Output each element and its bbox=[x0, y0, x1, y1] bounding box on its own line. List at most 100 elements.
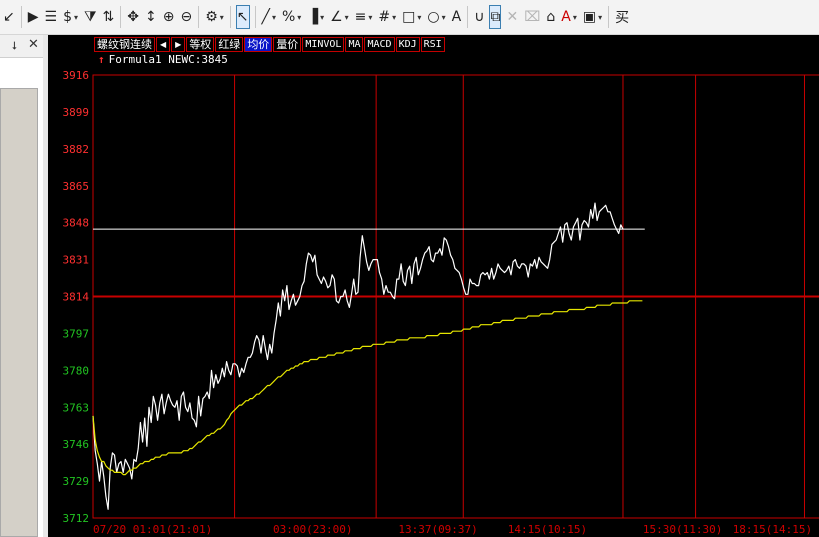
toolbar-separator bbox=[229, 6, 231, 28]
y-tick-label-12: 3712 bbox=[63, 512, 90, 525]
sort-icon[interactable]: ⇅ bbox=[103, 6, 115, 28]
dropdown-arrow-icon[interactable]: ▾ bbox=[442, 13, 446, 22]
lock-icon[interactable]: ⌂ bbox=[546, 6, 555, 28]
magnet-icon[interactable]: ∪ bbox=[474, 6, 484, 28]
x-tick-label-0: 07/20 01:01(21:01) bbox=[93, 523, 212, 536]
dropdown-arrow-icon[interactable]: ▾ bbox=[297, 13, 301, 22]
filter-glyph: ⧩ bbox=[84, 9, 97, 25]
angle-tool-icon[interactable]: ∠ ▾ bbox=[330, 6, 349, 28]
dropdown-arrow-icon[interactable]: ▾ bbox=[417, 13, 421, 22]
percent-tool-icon[interactable]: % ▾ bbox=[282, 6, 301, 28]
play-icon[interactable]: ▶ bbox=[28, 6, 39, 28]
panel-close-icon[interactable]: ✕ bbox=[28, 37, 39, 52]
fibonacci-tool-glyph: ≡ bbox=[354, 9, 367, 25]
fit-height-icon[interactable]: ↕ bbox=[145, 6, 157, 28]
trash-glyph: ⌧ bbox=[524, 9, 541, 25]
left-panel-header: ⭣ ✕ bbox=[0, 35, 43, 58]
prev-arrow-icon[interactable]: ◀ bbox=[156, 37, 171, 52]
price-line bbox=[92, 202, 624, 510]
angle-tool-glyph: ∠ bbox=[330, 9, 343, 25]
ellipse-tool-glyph: ○ bbox=[427, 9, 440, 25]
bars-tool-icon[interactable]: ▐ ▾ bbox=[307, 6, 324, 28]
average-price-line bbox=[92, 300, 643, 476]
text-tool-icon[interactable]: A bbox=[452, 6, 462, 28]
toolbar-separator bbox=[20, 6, 22, 28]
pointer-glyph: ↖ bbox=[236, 9, 249, 25]
toolbar-separator bbox=[198, 6, 200, 28]
formula-value: Formula1 NEWC:3845 bbox=[108, 53, 228, 66]
dropdown-arrow-icon[interactable]: ▾ bbox=[272, 13, 276, 22]
dropdown-arrow-icon[interactable]: ▾ bbox=[368, 13, 372, 22]
save-template-icon[interactable]: ▣ ▾ bbox=[583, 6, 602, 28]
next-arrow-icon[interactable]: ▶ bbox=[171, 37, 186, 52]
close-glyph: ✕ bbox=[506, 9, 519, 25]
x-tick-label-5: 18:15(14:15) bbox=[733, 523, 812, 536]
toolbar: ↙ ▶ ☰ $ ▾ ⧩ ⇅ ✥ ↕ ⊕ ⊖ ⚙ ▾ ↖ ╱ ▾% ▾ ▐ ▾ ∠ ▾ ≡ ▾ # ▾ □ ▾ ○ ▾ A ∪ ⧉ ✕ ⌧ ⌂ A ▾ ▣ ▾… bbox=[0, 0, 819, 35]
trash-icon[interactable]: ⌧ bbox=[524, 6, 540, 28]
indicator-button-0[interactable]: 等权 bbox=[186, 37, 215, 52]
toolbar-separator bbox=[608, 6, 610, 28]
indicator-button-7[interactable]: KDJ bbox=[395, 37, 420, 52]
zoom-in-glyph: ⊕ bbox=[162, 9, 175, 25]
gear-icon[interactable]: ⚙ ▾ bbox=[205, 6, 224, 28]
dropdown-arrow-icon[interactable]: ▾ bbox=[345, 13, 349, 22]
zoom-out-glyph: ⊖ bbox=[180, 9, 193, 25]
y-tick-label-1: 3899 bbox=[63, 106, 90, 119]
move-icon[interactable]: ✥ bbox=[127, 6, 139, 28]
pin-icon[interactable]: ⭣ bbox=[12, 39, 17, 53]
intraday-chart[interactable]: 3916 3899 3882 3865 3848 3831 3814 3797 3780 3763… bbox=[48, 35, 819, 537]
x-tick-label-2: 13:37(09:37) bbox=[398, 523, 477, 536]
move-glyph: ✥ bbox=[127, 9, 139, 25]
symbol-selector[interactable]: 螺纹钢连续 bbox=[94, 37, 155, 52]
filter-icon[interactable]: ⧩ bbox=[84, 6, 97, 28]
indicator-button-8[interactable]: RSI bbox=[420, 37, 445, 52]
zoom-out-icon[interactable]: ⊖ bbox=[180, 6, 192, 28]
rectangle-tool-icon[interactable]: □ ▾ bbox=[402, 6, 421, 28]
dropdown-arrow-icon[interactable]: ▾ bbox=[573, 13, 577, 22]
lock-glyph: ⌂ bbox=[546, 9, 556, 25]
indicator-button-4[interactable]: MINVOL bbox=[302, 37, 345, 52]
document-glyph: ☰ bbox=[44, 9, 58, 25]
percent-tool-glyph: % bbox=[281, 9, 296, 25]
indicator-button-3[interactable]: 量价 bbox=[273, 37, 302, 52]
font-color-icon[interactable]: A ▾ bbox=[561, 6, 577, 28]
zoom-in-icon[interactable]: ⊕ bbox=[163, 6, 175, 28]
play-glyph: ▶ bbox=[27, 9, 39, 25]
indicator-button-1[interactable]: 红绿 bbox=[215, 37, 244, 52]
buy-label-glyph: 买 bbox=[615, 10, 630, 26]
toolbar-separator bbox=[467, 6, 469, 28]
y-tick-label-0: 3916 bbox=[63, 69, 90, 82]
fibonacci-tool-icon[interactable]: ≡ ▾ bbox=[355, 6, 373, 28]
y-tick-label-8: 3780 bbox=[63, 364, 90, 377]
indicator-button-2[interactable]: 均价 bbox=[244, 37, 273, 52]
indicator-button-5[interactable]: MA bbox=[345, 37, 364, 52]
bars-tool-glyph: ▐ bbox=[307, 9, 319, 25]
cursor-edge-icon[interactable]: ↙ bbox=[3, 6, 15, 28]
left-panel-content bbox=[0, 88, 38, 537]
cursor-edge-glyph: ↙ bbox=[3, 9, 15, 25]
dropdown-arrow-icon[interactable]: ▾ bbox=[598, 13, 602, 22]
dropdown-arrow-icon[interactable]: ▾ bbox=[74, 13, 78, 22]
pointer-icon[interactable]: ↖ bbox=[235, 5, 250, 29]
document-icon[interactable]: ☰ bbox=[45, 6, 58, 28]
line-tool-glyph: ╱ bbox=[261, 9, 270, 25]
magnet-glyph: ∪ bbox=[474, 9, 485, 25]
dropdown-arrow-icon[interactable]: ▾ bbox=[320, 13, 324, 22]
up-arrow-icon: ↑ bbox=[98, 53, 105, 66]
line-tool-icon[interactable]: ╱ ▾ bbox=[262, 6, 276, 28]
grid-tool-glyph: # bbox=[378, 9, 391, 25]
ellipse-tool-icon[interactable]: ○ ▾ bbox=[427, 6, 445, 28]
close-icon[interactable]: ✕ bbox=[506, 6, 518, 28]
y-tick-label-6: 3814 bbox=[63, 291, 90, 304]
indicator-button-6[interactable]: MACD bbox=[364, 37, 395, 52]
y-tick-label-2: 3882 bbox=[63, 143, 90, 156]
currency-icon[interactable]: $ ▾ bbox=[63, 6, 78, 28]
chart-canvas: 3916 3899 3882 3865 3848 3831 3814 3797 3780 3763… bbox=[63, 69, 819, 536]
buy-label[interactable]: 买 bbox=[615, 6, 629, 28]
y-tick-label-11: 3729 bbox=[63, 475, 90, 488]
y-tick-label-4: 3848 bbox=[63, 217, 90, 230]
dropdown-arrow-icon[interactable]: ▾ bbox=[392, 13, 396, 22]
dropdown-arrow-icon[interactable]: ▾ bbox=[220, 13, 224, 22]
copy-icon[interactable]: ⧉ bbox=[489, 5, 502, 29]
grid-tool-icon[interactable]: # ▾ bbox=[378, 6, 396, 28]
